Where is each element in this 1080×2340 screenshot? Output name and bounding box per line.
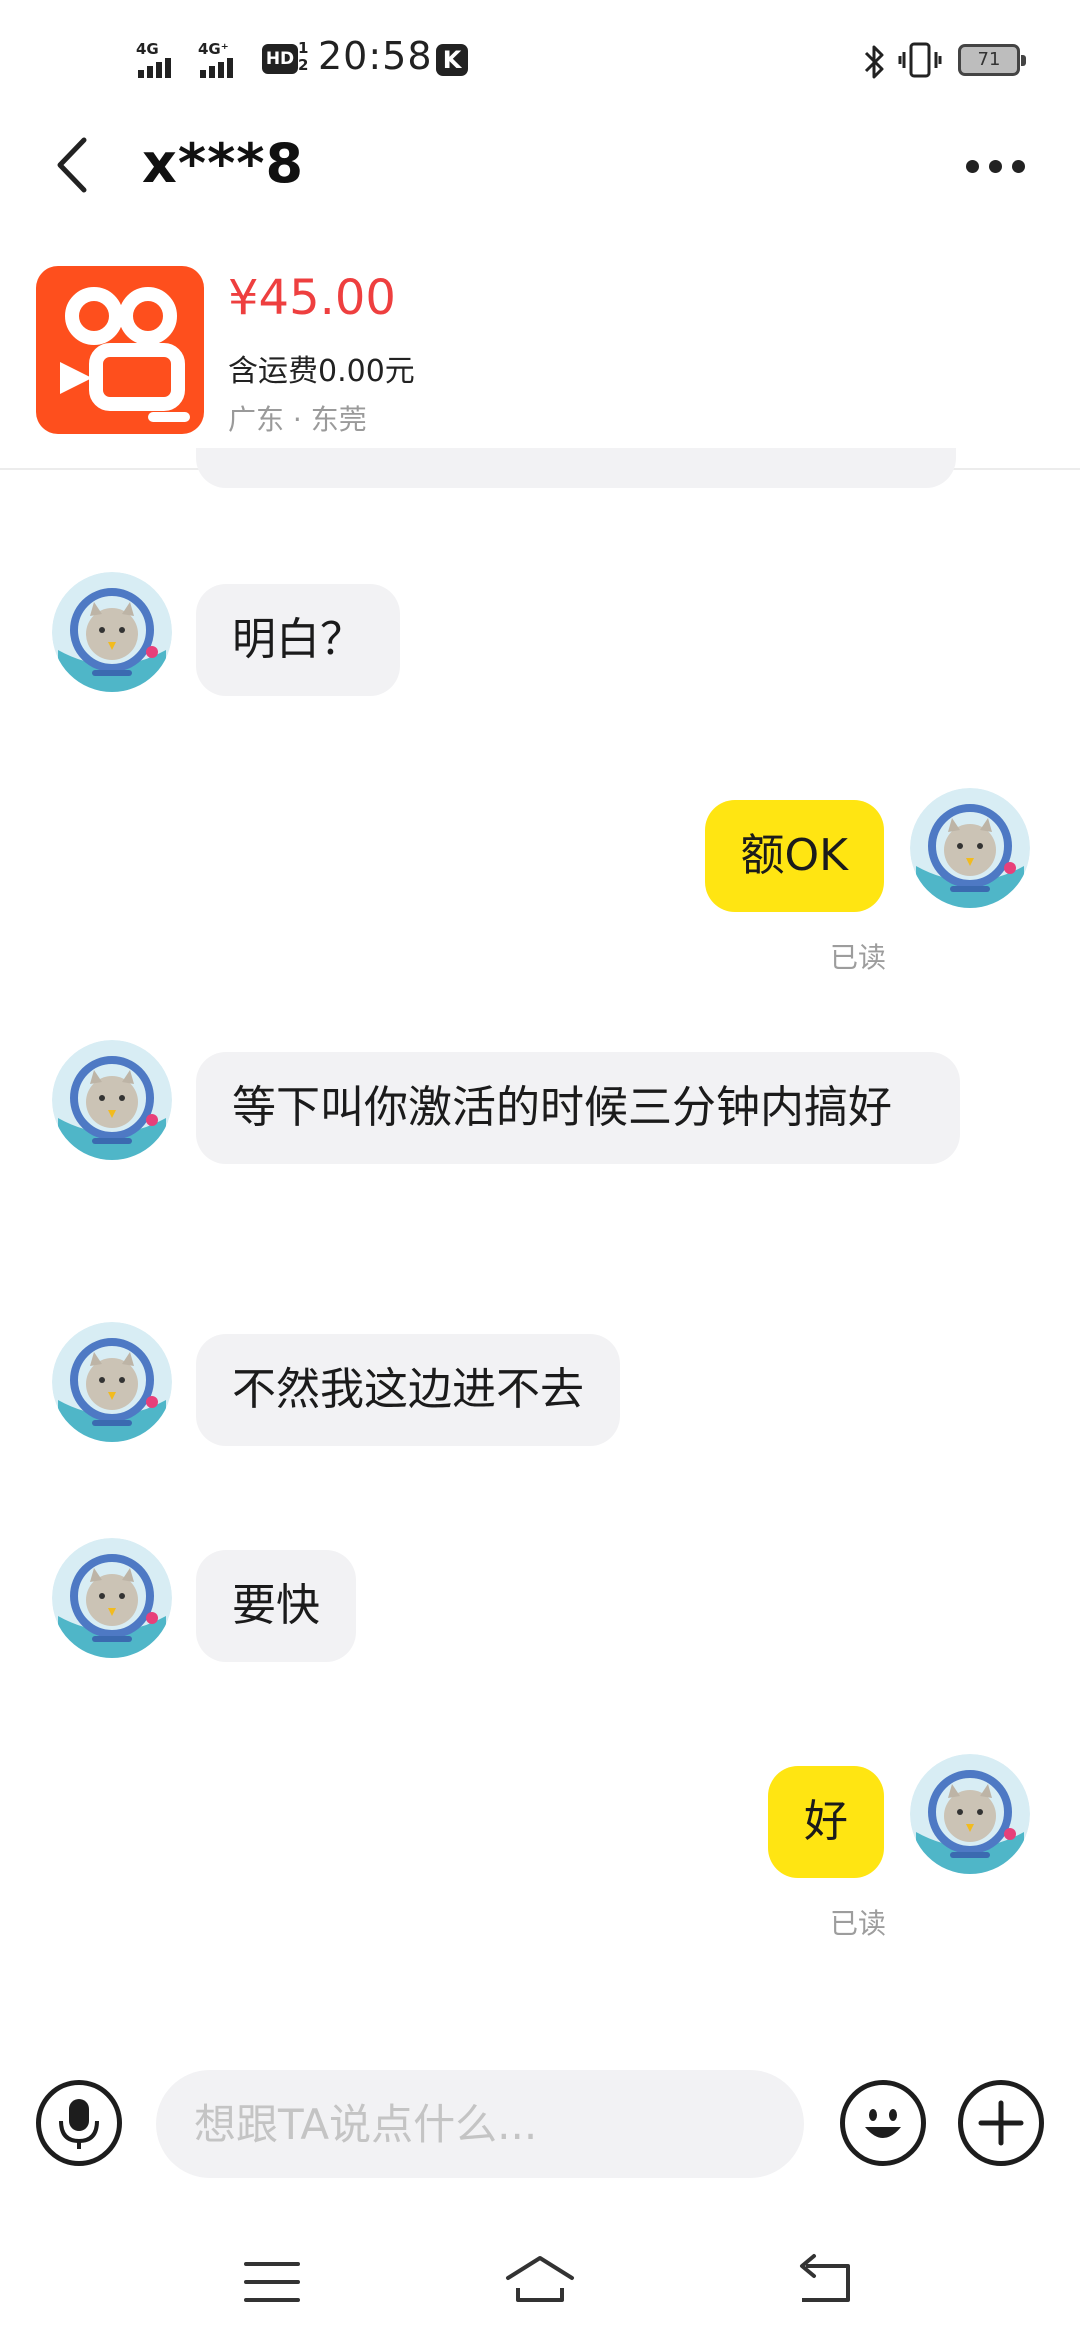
network-type-label-2: 4G⁺ bbox=[198, 40, 229, 58]
message-input[interactable] bbox=[156, 2070, 804, 2178]
cat-avatar-icon bbox=[52, 1538, 172, 1658]
home-icon bbox=[506, 2256, 574, 2302]
previous-message-bubble bbox=[196, 448, 956, 488]
menu-icon bbox=[244, 2262, 300, 2302]
network-type-label: 4G bbox=[136, 40, 159, 58]
message-bubble[interactable]: 明白？ bbox=[196, 584, 400, 696]
avatar[interactable] bbox=[52, 572, 172, 692]
chevron-left-icon bbox=[57, 137, 87, 193]
signal-strength-icon-2 bbox=[200, 58, 236, 78]
message-bubble[interactable]: 不然我这边进不去 bbox=[196, 1334, 620, 1446]
read-status: 已读 bbox=[829, 1907, 886, 1940]
product-shipping: 含运费0.00元 bbox=[228, 354, 415, 389]
input-bar bbox=[0, 2040, 1080, 2210]
avatar[interactable] bbox=[52, 1040, 172, 1160]
read-status: 已读 bbox=[829, 941, 886, 974]
avatar[interactable] bbox=[910, 1754, 1030, 1874]
battery-icon: 71 bbox=[958, 44, 1026, 76]
k-app-icon: K bbox=[436, 44, 468, 76]
emoji-button[interactable] bbox=[840, 2080, 926, 2166]
message-bubble[interactable]: 好 bbox=[768, 1766, 884, 1878]
add-attachment-button[interactable] bbox=[958, 2080, 1044, 2166]
kuaishou-logo-icon bbox=[60, 287, 190, 422]
vibrate-icon bbox=[898, 40, 942, 84]
sim-slot-indicator: 1 2 bbox=[298, 39, 309, 74]
smiley-face-icon bbox=[865, 2109, 901, 2138]
hd-voice-icon: HD bbox=[262, 44, 298, 74]
back-button[interactable] bbox=[46, 134, 106, 196]
chat-header: x***8 bbox=[0, 120, 1080, 210]
product-location: 广东 · 东莞 bbox=[228, 403, 367, 436]
back-arrow-icon bbox=[800, 2254, 850, 2302]
cat-avatar-icon bbox=[52, 1322, 172, 1442]
more-options-button[interactable] bbox=[966, 158, 1036, 178]
avatar[interactable] bbox=[52, 1538, 172, 1658]
recent-apps-button[interactable] bbox=[222, 2242, 322, 2322]
message-bubble[interactable]: 要快 bbox=[196, 1550, 356, 1662]
back-navigation-button[interactable] bbox=[774, 2242, 874, 2322]
home-button[interactable] bbox=[490, 2242, 590, 2322]
plus-icon bbox=[978, 2100, 1024, 2146]
product-price: ¥45.00 bbox=[228, 270, 396, 326]
cat-avatar-icon bbox=[52, 572, 172, 692]
voice-button[interactable] bbox=[36, 2080, 122, 2166]
message-bubble[interactable]: 额OK bbox=[704, 800, 884, 912]
bluetooth-icon bbox=[860, 42, 888, 86]
product-image bbox=[36, 266, 204, 434]
status-bar: 4G 4G⁺ HD 1 2 20:58 K 71 bbox=[0, 0, 1080, 120]
avatar[interactable] bbox=[910, 788, 1030, 908]
message-bubble[interactable]: 等下叫你激活的时候三分钟内搞好 bbox=[196, 1052, 960, 1164]
microphone-icon bbox=[59, 2099, 99, 2149]
system-navigation-bar bbox=[0, 2222, 1080, 2340]
cat-avatar-icon bbox=[910, 1754, 1030, 1874]
chat-title: x***8 bbox=[142, 132, 305, 195]
clock: 20:58 bbox=[318, 34, 433, 78]
cat-avatar-icon bbox=[52, 1040, 172, 1160]
product-card[interactable]: ¥45.00 含运费0.00元 广东 · 东莞 bbox=[0, 248, 1080, 470]
cat-avatar-icon bbox=[910, 788, 1030, 908]
signal-strength-icon bbox=[138, 58, 174, 78]
avatar[interactable] bbox=[52, 1322, 172, 1442]
